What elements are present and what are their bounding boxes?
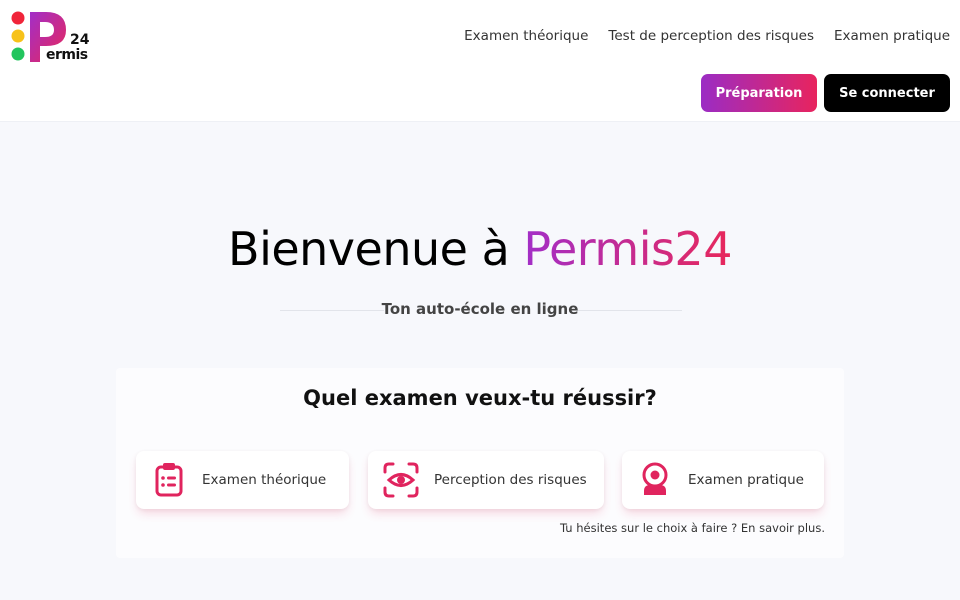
hero-title: Bienvenue à Permis24	[0, 222, 960, 276]
option-examen-theorique[interactable]: Examen théorique	[136, 451, 349, 509]
site-header: 24 ermis Examen théorique Test de percep…	[0, 0, 960, 122]
login-button[interactable]: Se connecter	[824, 74, 950, 112]
svg-text:24: 24	[70, 32, 90, 48]
nav-examen-pratique[interactable]: Examen pratique	[834, 28, 950, 44]
option-examen-pratique[interactable]: Examen pratique	[622, 451, 824, 509]
exam-choice-heading: Quel examen veux-tu réussir?	[303, 386, 657, 410]
svg-text:ermis: ermis	[46, 47, 88, 63]
hero-title-prefix: Bienvenue à	[228, 222, 524, 276]
option-label: Perception des risques	[434, 472, 587, 488]
option-label: Examen théorique	[202, 472, 327, 488]
nav-perception-risques[interactable]: Test de perception des risques	[608, 28, 814, 44]
steering-wheel-icon	[642, 462, 668, 495]
traffic-light-yellow-icon	[11, 29, 25, 43]
permis24-logo[interactable]: 24 ermis	[10, 10, 110, 66]
traffic-light-red-icon	[11, 11, 25, 25]
clipboard-icon	[155, 463, 183, 497]
eye-scan-icon	[383, 462, 419, 498]
main-nav: Examen théorique Test de perception des …	[464, 28, 950, 44]
nav-examen-theorique[interactable]: Examen théorique	[464, 28, 588, 44]
help-link[interactable]: Tu hésites sur le choix à faire ? En sav…	[500, 521, 825, 535]
option-label: Examen pratique	[688, 472, 804, 488]
hero-title-brand: Permis24	[523, 222, 732, 276]
traffic-light-green-icon	[11, 47, 25, 61]
option-perception-risques[interactable]: Perception des risques	[368, 451, 604, 509]
hero-subtitle: Ton auto-école en ligne	[381, 300, 579, 318]
preparation-button[interactable]: Préparation	[701, 74, 817, 112]
